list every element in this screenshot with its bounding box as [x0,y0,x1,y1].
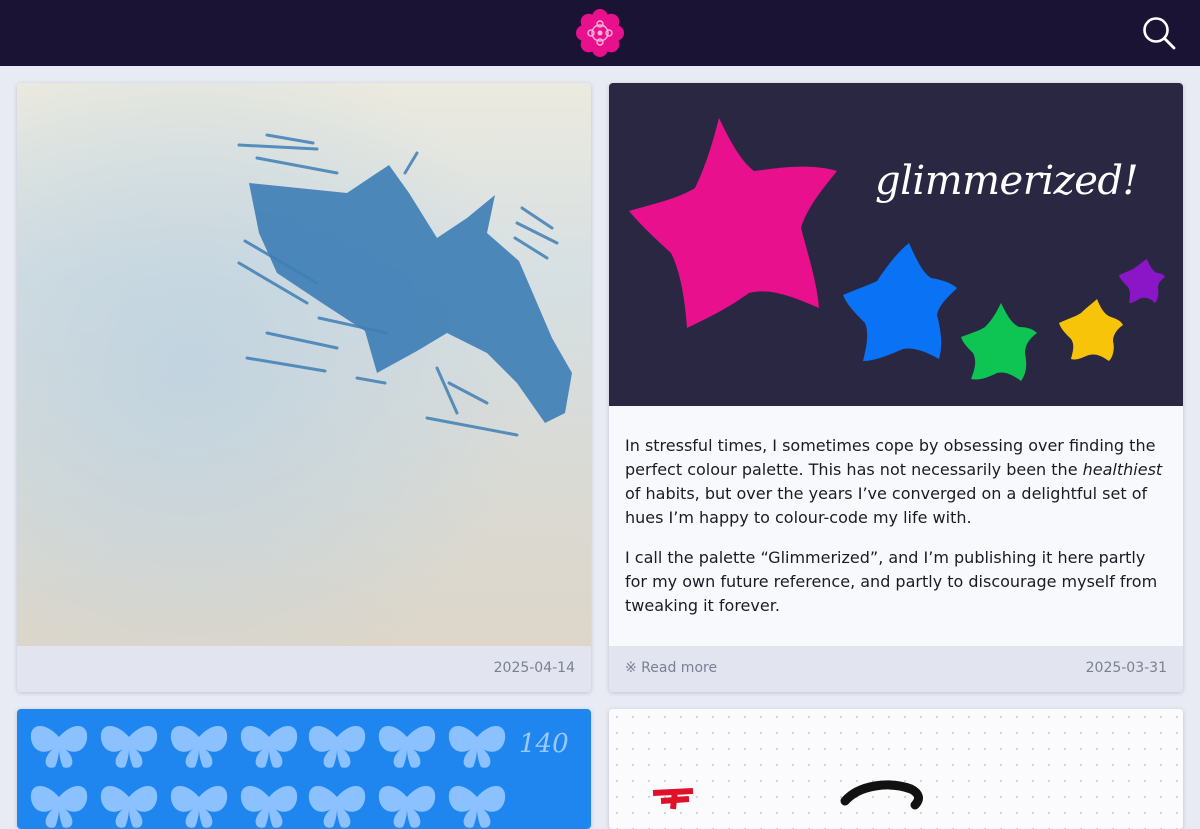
star-yellow [1059,299,1123,361]
post-excerpt: In stressful times, I sometimes cope by … [625,434,1169,634]
star-purple [1119,259,1165,303]
star-blue [843,243,957,361]
dotted-sketch [609,709,1183,829]
post-card[interactable]: 2025-04-14 [17,83,591,692]
post-date: 2025-04-14 [493,660,575,676]
star-green [961,303,1037,381]
post-card[interactable]: glimmerized! In stressful times, I somet… [609,83,1183,692]
post-date: 2025-03-31 [1085,660,1167,676]
flower-logo-icon[interactable] [576,9,624,57]
emphasis: healthiest [1082,460,1163,479]
excerpt-paragraph: I call the palette “Glimmerized”, and I’… [625,548,1158,615]
banner-title: glimmerized! [875,158,1139,204]
sketch-image [609,709,1183,829]
card-footer: 2025-04-14 [17,646,591,692]
card-footer: ※ Read more 2025-03-31 [609,646,1183,692]
star-illustration [629,118,1165,381]
butterfly-grid-image: 140 [17,709,591,829]
site-header [0,0,1200,66]
search-icon[interactable] [1140,14,1178,52]
post-card[interactable] [609,709,1183,829]
read-more-link[interactable]: ※ Read more [625,660,717,676]
post-card[interactable]: 140 [17,709,591,829]
bird-print-image [17,83,591,646]
excerpt-paragraph: In stressful times, I sometimes cope by … [625,436,1163,527]
glimmerized-banner-image: glimmerized! [609,83,1183,406]
butterfly-pattern [30,725,506,828]
image-number: 140 [519,729,569,759]
star-pink [629,118,837,328]
